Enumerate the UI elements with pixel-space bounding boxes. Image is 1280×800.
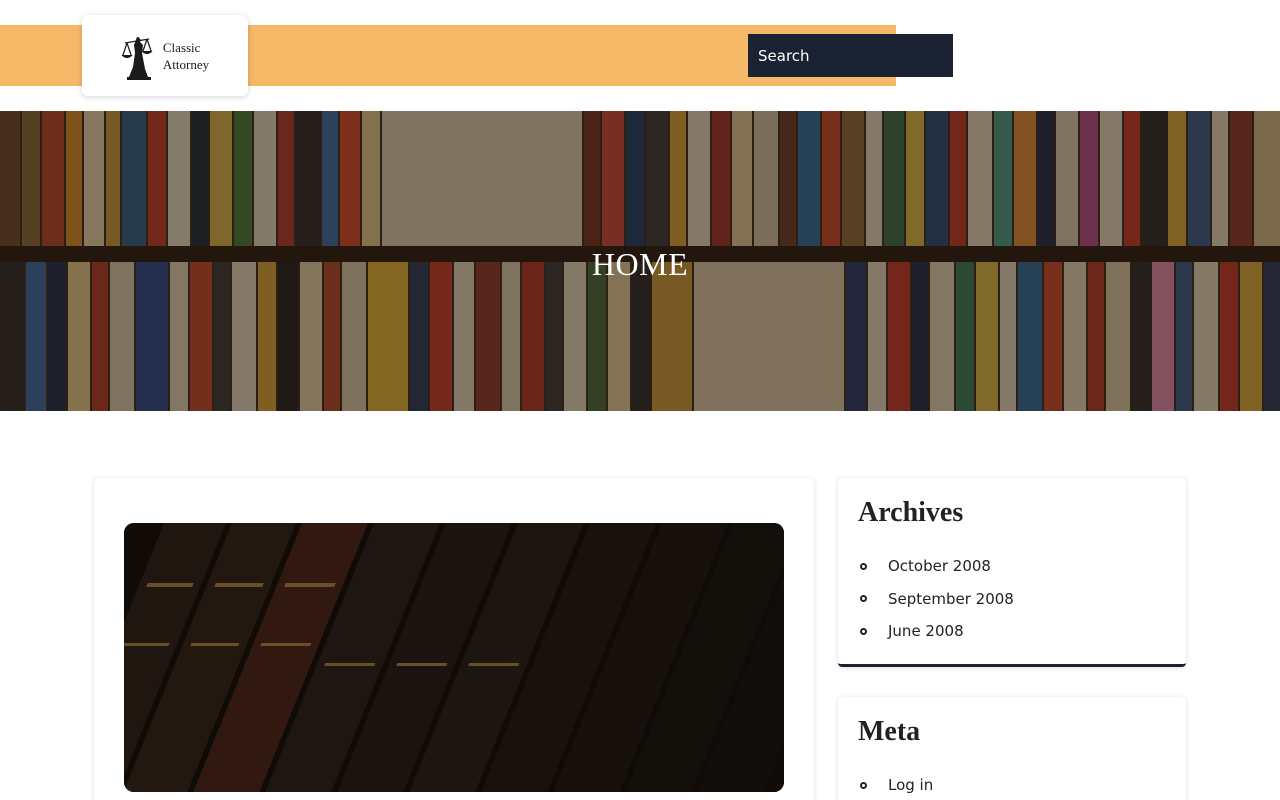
search-button[interactable] <box>952 34 974 77</box>
archive-link[interactable]: June 2008 <box>888 622 964 640</box>
logo-line-1: Classic <box>162 39 201 55</box>
archive-link[interactable]: October 2008 <box>888 557 991 575</box>
archives-title: Archives <box>858 497 964 528</box>
post-card <box>94 478 814 800</box>
archives-widget: Archives October 2008 September 2008 Jun… <box>838 478 1186 667</box>
search-input[interactable] <box>748 34 952 77</box>
archive-link[interactable]: September 2008 <box>888 590 1014 608</box>
logo-line-2: Attorney <box>162 56 210 72</box>
page-title: HOME <box>591 246 689 282</box>
site-logo[interactable]: Classic Attorney <box>82 15 248 96</box>
circle-bullet-icon <box>860 562 867 570</box>
list-item: October 2008 <box>858 550 1014 583</box>
scales-of-justice-icon <box>121 36 153 80</box>
login-link[interactable]: Log in <box>888 776 933 794</box>
meta-list: Log in <box>858 769 933 800</box>
meta-title: Meta <box>858 716 921 747</box>
circle-bullet-icon <box>860 781 867 789</box>
list-item: September 2008 <box>858 583 1014 616</box>
search-box <box>748 34 974 77</box>
circle-bullet-icon <box>860 627 867 635</box>
circle-bullet-icon <box>860 595 867 603</box>
search-icon <box>953 45 974 67</box>
meta-widget: Meta Log in <box>838 697 1186 800</box>
list-item: Log in <box>858 769 933 800</box>
archives-list: October 2008 September 2008 June 2008 <box>858 550 1014 648</box>
law-books-image <box>124 523 784 792</box>
hero-banner: HOME <box>0 111 1280 411</box>
list-item: June 2008 <box>858 615 1014 648</box>
logo-text: Classic Attorney <box>163 39 209 73</box>
post-featured-image[interactable] <box>124 523 784 792</box>
